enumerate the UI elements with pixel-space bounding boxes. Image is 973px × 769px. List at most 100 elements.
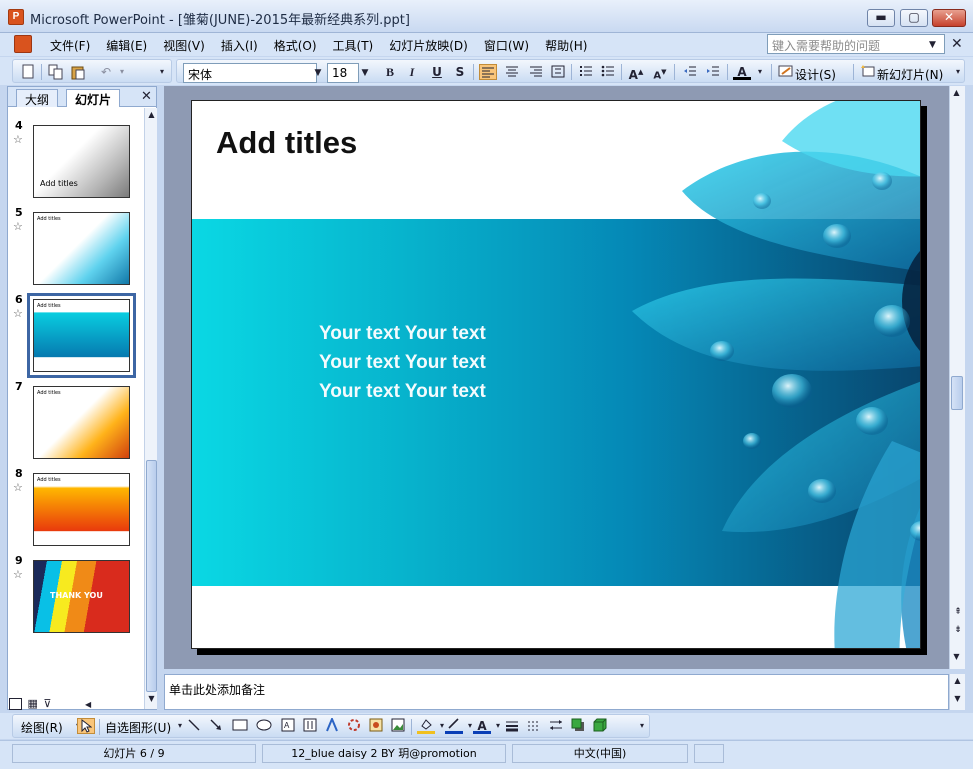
line-style-icon[interactable] [503,718,521,734]
scroll-down-icon[interactable]: ▼ [146,694,157,708]
menu-item[interactable]: 视图(V) [158,36,210,55]
scroll-up-icon[interactable]: ▲ [146,110,157,124]
close-button[interactable]: ✕ [932,9,966,27]
current-slide[interactable]: Add titles Your text Your text Your text… [191,100,921,649]
font-color-dropdown-icon[interactable]: ▾ [751,64,769,80]
animation-star-icon: ☆ [13,481,23,494]
scroll-thumb[interactable] [146,460,157,692]
3d-style-icon[interactable] [591,718,609,734]
notes-placeholder: 单击此处添加备注 [169,683,266,697]
slide-thumbnail[interactable]: THANK YOU [33,560,130,633]
pane-close-button[interactable]: ✕ [141,89,152,104]
status-design-name: 12_blue daisy 2 BY 玥@promotion [262,744,506,763]
shadow-style-icon[interactable] [569,718,587,734]
scroll-thumb[interactable] [951,376,963,410]
toolbar-options-icon[interactable]: ▾ [949,64,967,80]
clipart-tool-icon[interactable] [367,718,385,734]
select-pointer-button[interactable] [77,718,95,734]
autoshapes-button[interactable]: 自选图形(U) [105,719,171,736]
help-dropdown-icon[interactable]: ▼ [929,40,936,50]
toolbar-options-icon[interactable]: ▾ [153,64,171,80]
next-slide-icon[interactable]: ⇟ [951,624,965,636]
slide-thumbnail[interactable]: Add titles [33,473,130,546]
numbering-icon[interactable] [577,64,595,80]
new-slide-icon[interactable] [859,64,877,80]
wordart-tool-icon[interactable] [323,716,341,734]
slideshow-view-icon[interactable]: ⊽ [43,697,51,710]
bullets-icon[interactable] [599,64,617,80]
menu-item[interactable]: 幻灯片放映(D) [384,36,473,55]
slide-thumbnail[interactable]: Add titles [27,293,136,378]
pane-scrollbar[interactable]: ▲ ▼ [144,108,157,709]
align-left-button[interactable] [479,64,497,80]
menu-item[interactable]: 格式(O) [269,36,322,55]
shadow-button[interactable]: S [451,64,469,80]
minimize-button[interactable]: ▬ [867,9,895,27]
picture-tool-icon[interactable] [389,718,407,734]
help-search-input[interactable]: 键入需要帮助的问题 [767,34,945,54]
font-size-select[interactable]: 18 [327,63,359,83]
slide-title[interactable]: Add titles [216,125,357,161]
new-document-icon[interactable] [19,64,37,80]
notes-scrollbar[interactable]: ▲ ▼ [949,674,965,710]
font-color-button[interactable]: A [733,64,751,80]
menu-item[interactable]: 帮助(H) [540,36,592,55]
toolbar-separator [411,719,412,735]
slide-thumbnail[interactable]: Add titles [33,386,130,459]
diagram-tool-icon[interactable] [345,718,363,734]
menu-item[interactable]: 文件(F) [45,36,95,55]
bold-button[interactable]: B [381,64,399,80]
slide-thumbnail[interactable]: Add titles [33,125,130,198]
slide-body-text[interactable]: Your text Your text Your text Your text … [319,319,486,406]
paste-icon[interactable] [69,64,87,80]
font-name-select[interactable]: 宋体 [183,63,317,83]
tab-outline[interactable]: 大纲 [16,89,59,107]
menu-item[interactable]: 工具(T) [328,36,379,55]
previous-slide-icon[interactable]: ⇞ [951,606,965,618]
draw-menu-button[interactable]: 绘图(R) [21,719,63,736]
decrease-font-size-icon[interactable]: A▼ [651,64,669,81]
scroll-up-icon[interactable]: ▲ [951,88,962,102]
maximize-button[interactable]: ▢ [900,9,928,27]
copy-icon[interactable] [47,64,65,80]
dash-style-icon[interactable] [525,718,543,734]
arrow-style-icon[interactable] [547,718,565,734]
tab-slides[interactable]: 幻灯片 [66,89,121,107]
font-size-dropdown-icon[interactable]: ▼ [358,63,372,83]
align-right-icon[interactable] [527,64,545,80]
align-center-icon[interactable] [503,64,521,80]
italic-button[interactable]: I [403,64,421,80]
slide-sorter-view-icon[interactable]: ▦ [28,697,38,710]
scroll-down-icon[interactable]: ▼ [951,652,962,666]
textbox-tool-icon[interactable]: A [279,718,297,734]
slide-scrollbar[interactable]: ▲ ⇞ ⇟ ▼ [949,86,965,669]
distribute-icon[interactable] [549,64,567,80]
arrow-tool-icon[interactable] [207,718,225,734]
scroll-up-icon[interactable]: ▲ [952,676,963,690]
notes-pane[interactable]: 单击此处添加备注 [164,674,949,710]
vertical-textbox-tool-icon[interactable] [301,718,319,734]
toolbar-separator [473,64,474,80]
menu-item[interactable]: 编辑(E) [101,36,152,55]
new-slide-button[interactable]: 新幻灯片(N) [877,66,943,83]
menu-item[interactable]: 窗口(W) [479,36,534,55]
scroll-left-icon[interactable]: ◀ [85,700,91,709]
line-tool-icon[interactable] [185,718,203,734]
underline-button[interactable]: U [428,64,446,80]
design-button[interactable]: 设计(S) [795,66,836,83]
design-icon[interactable] [777,64,795,80]
document-close-button[interactable]: ✕ [951,36,963,52]
oval-tool-icon[interactable] [255,718,273,734]
decrease-indent-icon[interactable] [681,64,699,80]
toolbar-options-icon[interactable]: ▾ [633,718,651,734]
increase-indent-icon[interactable] [704,64,722,80]
menu-item[interactable]: 插入(I) [216,36,263,55]
slide-thumbnail[interactable]: Add titles [33,212,130,285]
font-name-dropdown-icon[interactable]: ▼ [311,63,325,83]
undo-dropdown-icon[interactable]: ▾ [113,64,131,80]
rectangle-tool-icon[interactable] [231,718,249,734]
document-icon[interactable] [14,35,32,53]
increase-font-size-icon[interactable]: A▲ [627,64,645,82]
normal-view-icon[interactable] [9,698,22,710]
scroll-down-icon[interactable]: ▼ [952,694,963,708]
